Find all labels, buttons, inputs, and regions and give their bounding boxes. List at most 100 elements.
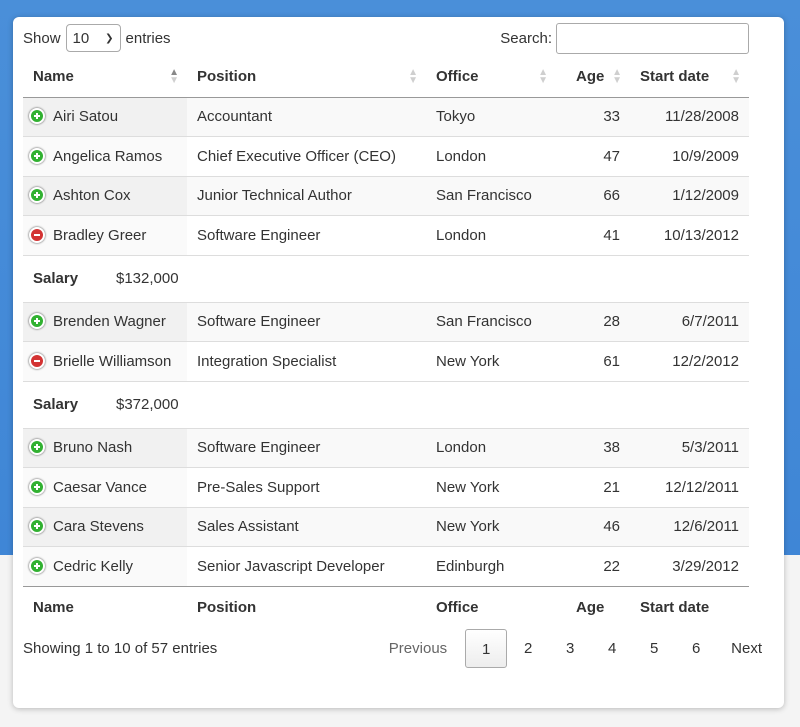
name-cell[interactable]: Caesar Vance — [23, 467, 187, 507]
column-header-position[interactable]: Position ▲ ▼ — [187, 57, 426, 98]
column-header-start-date[interactable]: Start date ▲ ▼ — [630, 57, 749, 98]
footer-position: Position — [187, 585, 426, 629]
pagination: Previous 1 2 3 4 5 6 Next — [379, 629, 777, 668]
column-header-office[interactable]: Office ▲ ▼ — [426, 57, 556, 98]
position-cell-text: Junior Technical Author — [197, 187, 352, 205]
position-cell-text: Software Engineer — [197, 439, 321, 457]
position-cell: Accountant — [187, 97, 426, 137]
position-cell-text: Senior Javascript Developer — [197, 557, 385, 575]
column-header-age[interactable]: Age ▲ ▼ — [556, 57, 630, 98]
expand-row-icon[interactable] — [29, 557, 45, 574]
office-cell: New York — [426, 341, 556, 381]
name-cell[interactable]: Brenden Wagner — [23, 301, 187, 342]
age-cell-text: 41 — [603, 226, 620, 244]
table-row: Airi Satou Accountant Tokyo 33 11/28/2008 — [23, 97, 749, 137]
page-2-button[interactable]: 2 — [507, 629, 549, 668]
position-cell: Integration Specialist — [187, 341, 426, 381]
name-cell-text: Cara Stevens — [53, 518, 144, 536]
name-cell[interactable]: Bruno Nash — [23, 427, 187, 468]
name-cell[interactable]: Cedric Kelly — [23, 546, 187, 586]
search-input[interactable] — [556, 23, 749, 54]
age-cell: 41 — [556, 215, 630, 255]
age-cell: 21 — [556, 467, 630, 507]
next-button[interactable]: Next — [717, 629, 777, 668]
length-control: Show 10 ❯ entries — [23, 23, 171, 53]
table-body: Airi Satou Accountant Tokyo 33 11/28/2008 Ang… — [23, 97, 749, 586]
page-6-button[interactable]: 6 — [675, 629, 717, 668]
table-row: Bradley Greer Software Engineer London 41 10… — [23, 215, 749, 255]
office-cell: Edinburgh — [426, 546, 556, 586]
table-row: Brenden Wagner Software Engineer San Franc… — [23, 301, 749, 342]
office-cell-text: Edinburgh — [436, 557, 505, 575]
start-date-cell-text: 3/29/2012 — [672, 557, 739, 575]
name-cell[interactable]: Angelica Ramos — [23, 136, 187, 176]
column-header-name[interactable]: Name ▲ ▼ — [23, 57, 187, 98]
previous-button[interactable]: Previous — [379, 629, 465, 668]
start-date-cell: 6/7/2011 — [630, 301, 749, 342]
page-3-button[interactable]: 3 — [549, 629, 591, 668]
start-date-cell-text: 12/6/2011 — [673, 518, 739, 536]
collapse-row-icon[interactable] — [29, 226, 45, 243]
age-cell-text: 61 — [603, 352, 620, 370]
age-cell: 33 — [556, 97, 630, 137]
name-cell-text: Brenden Wagner — [53, 313, 166, 331]
table-controls: Show 10 ❯ entries Search: — [23, 23, 749, 55]
expand-row-icon[interactable] — [29, 108, 45, 125]
position-cell-text: Accountant — [197, 108, 273, 126]
name-cell-text: Bruno Nash — [53, 439, 133, 457]
table-info: Showing 1 to 10 of 57 entries — [23, 640, 218, 657]
position-cell-text: Chief Executive Officer (CEO) — [197, 147, 396, 165]
age-cell-text: 33 — [603, 108, 620, 126]
search-control: Search: — [500, 23, 749, 54]
age-cell-text: 38 — [603, 439, 620, 457]
sort-ascending-icon: ▲ ▼ — [169, 66, 179, 86]
page-1-button[interactable]: 1 — [465, 629, 508, 668]
table-row: Brielle Williamson Integration Specialist… — [23, 341, 749, 381]
start-date-cell: 12/2/2012 — [630, 341, 749, 381]
name-cell[interactable]: Brielle Williamson — [23, 341, 187, 381]
collapse-row-icon[interactable] — [29, 352, 45, 369]
age-cell-text: 28 — [603, 313, 620, 331]
start-date-cell: 1/12/2009 — [630, 175, 749, 216]
age-cell-text: 22 — [603, 557, 620, 575]
page-4-button[interactable]: 4 — [591, 629, 633, 668]
salary-label: Salary — [33, 270, 79, 287]
entries-per-page-select[interactable]: 10 ❯ — [65, 24, 121, 52]
name-cell[interactable]: Cara Stevens — [23, 506, 187, 547]
age-cell: 66 — [556, 175, 630, 216]
position-cell: Software Engineer — [187, 427, 426, 468]
office-cell: London — [426, 427, 556, 468]
name-cell-text: Ashton Cox — [53, 187, 131, 205]
position-cell-text: Pre-Sales Support — [197, 478, 320, 496]
child-detail-row: Salary $132,000 — [23, 254, 749, 302]
start-date-cell-text: 12/2/2012 — [672, 352, 739, 370]
age-cell: 38 — [556, 427, 630, 468]
office-cell-text: New York — [436, 518, 500, 536]
name-cell-text: Brielle Williamson — [53, 352, 172, 370]
name-cell[interactable]: Bradley Greer — [23, 215, 187, 255]
show-label: Show — [23, 29, 61, 47]
start-date-cell-text: 6/7/2011 — [681, 313, 739, 331]
age-cell: 47 — [556, 136, 630, 176]
expand-row-icon[interactable] — [29, 147, 45, 164]
sort-icon: ▲ ▼ — [408, 66, 418, 86]
page-5-button[interactable]: 5 — [633, 629, 675, 668]
office-cell-text: New York — [436, 478, 500, 496]
name-cell[interactable]: Airi Satou — [23, 97, 187, 137]
start-date-cell-text: 11/28/2008 — [665, 108, 739, 126]
expand-row-icon[interactable] — [29, 439, 45, 456]
salary-label: Salary — [33, 396, 79, 413]
table-row: Angelica Ramos Chief Executive Officer (C… — [23, 136, 749, 176]
expand-row-icon[interactable] — [29, 313, 45, 330]
age-cell-text: 66 — [603, 187, 620, 205]
name-cell-text: Cedric Kelly — [53, 557, 134, 575]
name-cell-text: Angelica Ramos — [53, 147, 163, 165]
search-label: Search: — [500, 30, 552, 47]
child-detail-cell: Salary $372,000 — [23, 380, 749, 428]
expand-row-icon[interactable] — [29, 518, 45, 535]
name-cell[interactable]: Ashton Cox — [23, 175, 187, 216]
expand-row-icon[interactable] — [29, 478, 45, 495]
position-cell-text: Software Engineer — [197, 226, 321, 244]
expand-row-icon[interactable] — [29, 187, 45, 204]
age-cell: 61 — [556, 341, 630, 381]
